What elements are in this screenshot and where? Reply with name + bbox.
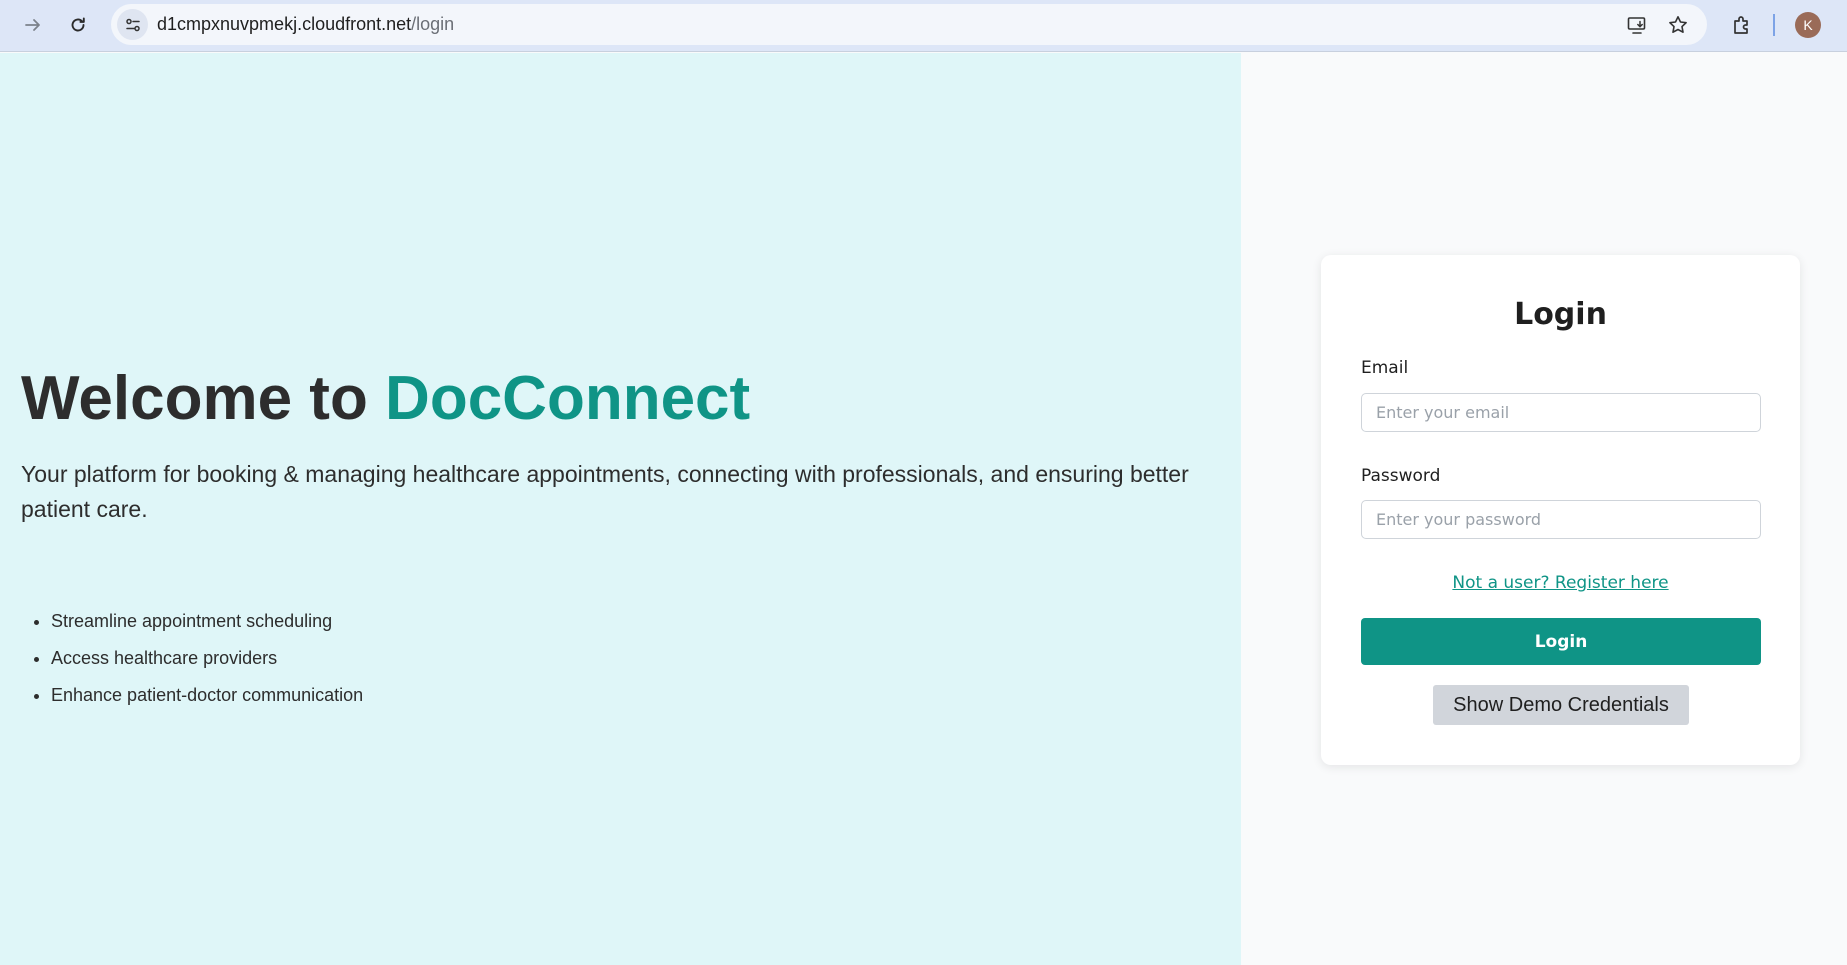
profile-avatar[interactable]: K	[1795, 12, 1821, 38]
register-link[interactable]: Not a user? Register here	[1321, 573, 1800, 593]
url-text[interactable]: d1cmpxnuvpmekj.cloudfront.net/login	[157, 4, 454, 45]
forward-icon	[25, 19, 40, 31]
feature-item: Streamline appointment scheduling	[51, 608, 363, 645]
browser-toolbar: d1cmpxnuvpmekj.cloudfront.net/login K	[0, 0, 1847, 52]
bookmark-button[interactable]	[1664, 11, 1692, 39]
site-info-icon	[125, 18, 140, 31]
password-label: Password	[1361, 466, 1441, 486]
feature-list: Streamline appointment scheduling Access…	[21, 608, 363, 719]
reload-button[interactable]	[61, 8, 95, 42]
address-bar[interactable]: d1cmpxnuvpmekj.cloudfront.net/login	[111, 4, 1707, 45]
email-label: Email	[1361, 358, 1409, 378]
feature-item: Enhance patient-doctor communication	[51, 682, 363, 719]
toolbar-divider	[1773, 14, 1775, 36]
hero-description: Your platform for booking & managing hea…	[21, 461, 1189, 522]
install-app-icon	[1627, 17, 1646, 34]
password-field[interactable]	[1361, 500, 1761, 539]
reload-icon	[71, 17, 85, 32]
url-path: /login	[411, 14, 455, 34]
login-card: Login Email Password Not a user? Registe…	[1321, 255, 1800, 765]
email-field[interactable]	[1361, 393, 1761, 432]
install-app-button[interactable]	[1623, 11, 1651, 39]
feature-item: Access healthcare providers	[51, 645, 363, 682]
show-demo-credentials-button[interactable]: Show Demo Credentials	[1433, 685, 1689, 725]
hero-title-prefix: Welcome to	[21, 364, 386, 433]
hero-title: Welcome to DocConnect	[21, 363, 750, 434]
bookmark-star-icon	[1669, 16, 1687, 33]
brand-name: DocConnect	[385, 364, 751, 433]
hero-panel: Welcome to DocConnect Your platform for …	[0, 53, 1241, 965]
login-button[interactable]: Login	[1361, 618, 1761, 665]
url-host: d1cmpxnuvpmekj.cloudfront.net	[157, 14, 412, 34]
site-info-button[interactable]	[117, 9, 148, 40]
forward-button[interactable]	[16, 8, 50, 42]
login-title: Login	[1514, 297, 1607, 332]
extensions-icon	[1734, 16, 1748, 34]
extensions-button[interactable]	[1727, 10, 1757, 40]
